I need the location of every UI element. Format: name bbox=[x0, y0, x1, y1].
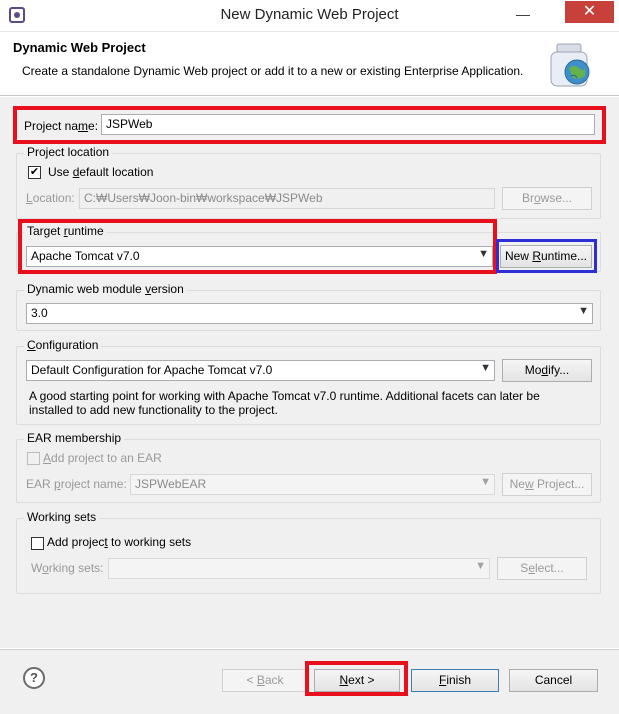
working-sets-label: Working sets bbox=[24, 510, 100, 524]
cancel-button[interactable]: Cancel bbox=[509, 669, 598, 692]
chevron-down-icon: ▼ bbox=[480, 476, 491, 488]
working-sets-select: ▼ bbox=[108, 558, 490, 579]
highlight-new-runtime bbox=[496, 239, 597, 273]
ear-membership-label: EAR membership bbox=[24, 431, 125, 445]
new-project-button: New Project... bbox=[502, 473, 592, 496]
modify-button[interactable]: Modify... bbox=[502, 359, 592, 382]
close-button[interactable]: ✕ bbox=[565, 1, 614, 23]
module-version-label: Dynamic web module version bbox=[24, 282, 187, 296]
configuration-select[interactable]: Default Configuration for Apache Tomcat … bbox=[26, 360, 495, 381]
help-icon[interactable]: ? bbox=[23, 667, 45, 689]
project-location-label: Project location bbox=[24, 145, 113, 159]
wizard-title: Dynamic Web Project bbox=[13, 40, 146, 55]
wizard-description: Create a standalone Dynamic Web project … bbox=[22, 64, 524, 78]
location-input: C:₩Users₩Joon-bin₩workspace₩JSPWeb bbox=[79, 188, 495, 209]
browse-button: Browse... bbox=[502, 187, 592, 210]
ear-project-select: JSPWebEAR ▼ bbox=[130, 474, 495, 495]
add-to-working-sets-label: Add project to working sets bbox=[47, 535, 192, 549]
configuration-label: Configuration bbox=[24, 338, 102, 352]
highlight-project-name bbox=[13, 106, 606, 144]
use-default-location-checkbox[interactable]: ✔ bbox=[28, 166, 41, 179]
title-bar: New Dynamic Web Project — ✕ bbox=[0, 0, 619, 32]
wizard-header: Dynamic Web Project Create a standalone … bbox=[0, 33, 619, 96]
add-to-ear-label: Add project to an EAR bbox=[43, 451, 162, 465]
highlight-next-button bbox=[305, 661, 408, 696]
minimize-button[interactable]: — bbox=[508, 6, 538, 24]
back-button: < Back bbox=[222, 669, 308, 692]
ear-project-value: JSPWebEAR bbox=[135, 477, 207, 491]
configuration-value: Default Configuration for Apache Tomcat … bbox=[31, 363, 273, 377]
chevron-down-icon: ▼ bbox=[475, 560, 486, 572]
configuration-description: A good starting point for working with A… bbox=[29, 389, 540, 417]
location-label: Location: bbox=[26, 191, 75, 205]
add-to-working-sets-checkbox[interactable] bbox=[31, 537, 44, 550]
highlight-target-runtime bbox=[18, 219, 497, 274]
use-default-location-label: Use default location bbox=[48, 165, 154, 179]
working-sets-field-label: Working sets: bbox=[31, 561, 104, 575]
finish-button[interactable]: Finish bbox=[411, 669, 499, 692]
web-project-jar-globe-icon bbox=[545, 38, 599, 90]
select-working-sets-button: Select... bbox=[497, 557, 587, 580]
module-version-value: 3.0 bbox=[31, 306, 48, 320]
ear-project-name-label: EAR project name: bbox=[26, 477, 127, 491]
chevron-down-icon: ▼ bbox=[480, 362, 491, 374]
working-sets-group bbox=[16, 518, 601, 594]
chevron-down-icon: ▼ bbox=[578, 305, 589, 317]
add-to-ear-checkbox bbox=[27, 452, 40, 465]
module-version-select[interactable]: 3.0 ▼ bbox=[26, 303, 593, 324]
